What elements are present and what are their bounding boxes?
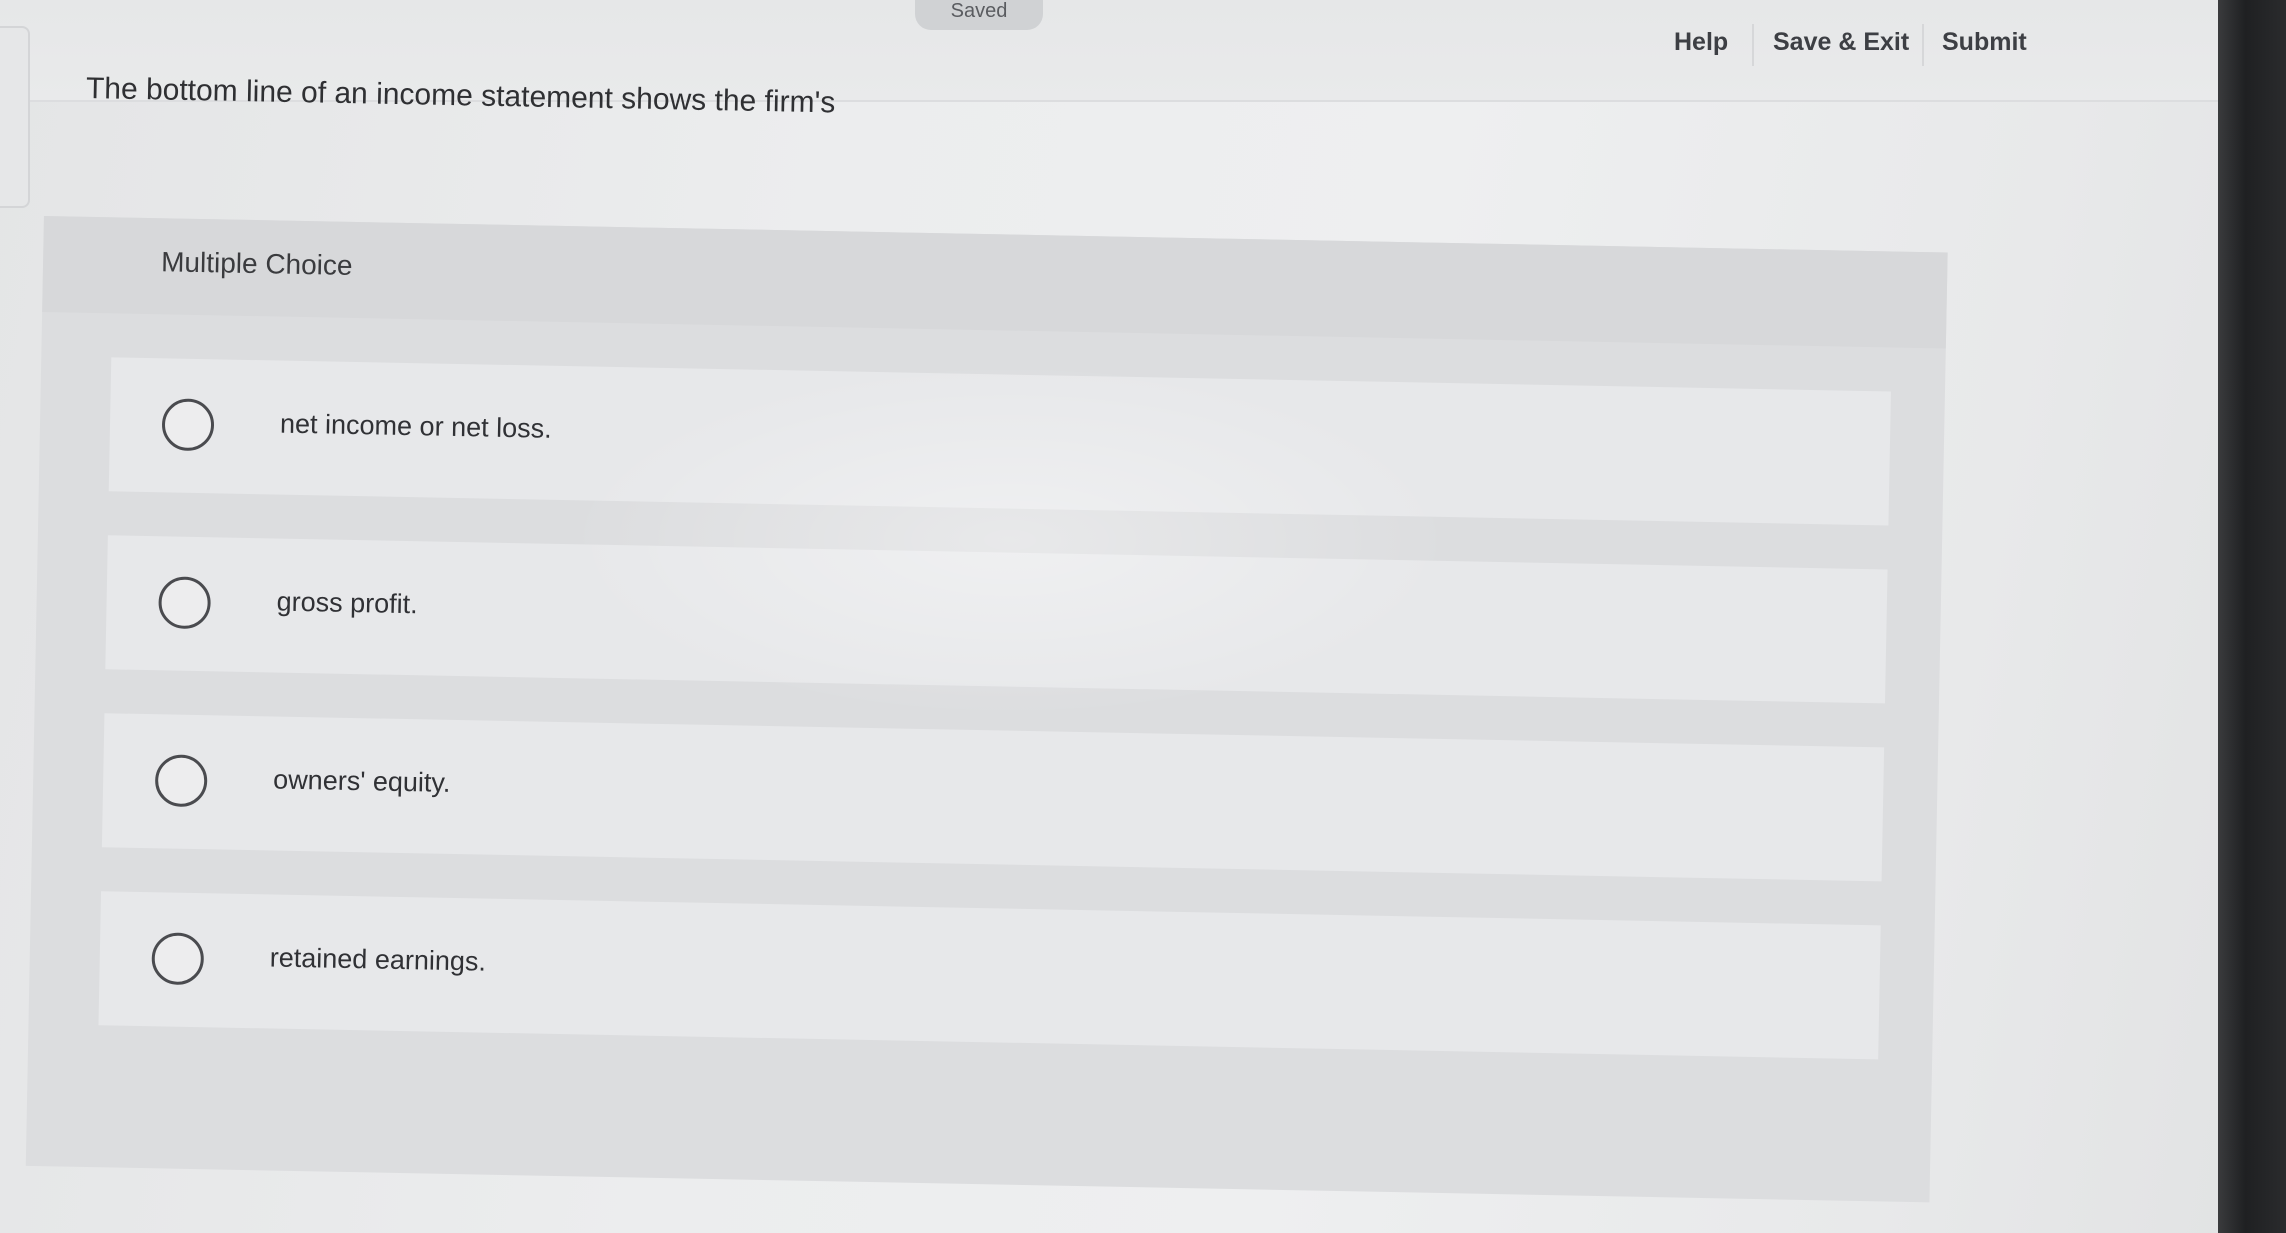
multiple-choice-header: Multiple Choice bbox=[42, 216, 1948, 349]
radio-button[interactable] bbox=[154, 754, 208, 808]
answer-option-text: retained earnings. bbox=[269, 942, 487, 977]
answer-option[interactable]: retained earnings. bbox=[98, 891, 1881, 1060]
nav-divider bbox=[1752, 24, 1754, 66]
nav-divider bbox=[1922, 24, 1924, 66]
screen: Saved Help Save & Exit Submit The bottom… bbox=[0, 0, 2232, 1233]
monitor-bezel bbox=[2218, 0, 2286, 1233]
answer-option[interactable]: net income or net loss. bbox=[108, 357, 1891, 526]
submit-link[interactable]: Submit bbox=[1942, 22, 2027, 62]
saved-status-badge: Saved bbox=[915, 0, 1043, 30]
save-exit-link[interactable]: Save & Exit bbox=[1773, 22, 1909, 62]
multiple-choice-panel: Multiple Choice net income or net loss. … bbox=[25, 216, 1948, 1203]
answer-option-text: owners' equity. bbox=[272, 764, 451, 798]
radio-button[interactable] bbox=[151, 932, 205, 986]
answer-option-text: net income or net loss. bbox=[279, 408, 552, 444]
side-panel-tab[interactable] bbox=[0, 26, 30, 208]
help-link[interactable]: Help bbox=[1674, 22, 1728, 62]
multiple-choice-label: Multiple Choice bbox=[160, 246, 353, 281]
radio-button[interactable] bbox=[158, 576, 212, 630]
answer-option-text: gross profit. bbox=[276, 586, 418, 620]
answer-option[interactable]: owners' equity. bbox=[101, 713, 1885, 882]
answer-option[interactable]: gross profit. bbox=[105, 535, 1888, 704]
radio-button[interactable] bbox=[161, 398, 215, 452]
